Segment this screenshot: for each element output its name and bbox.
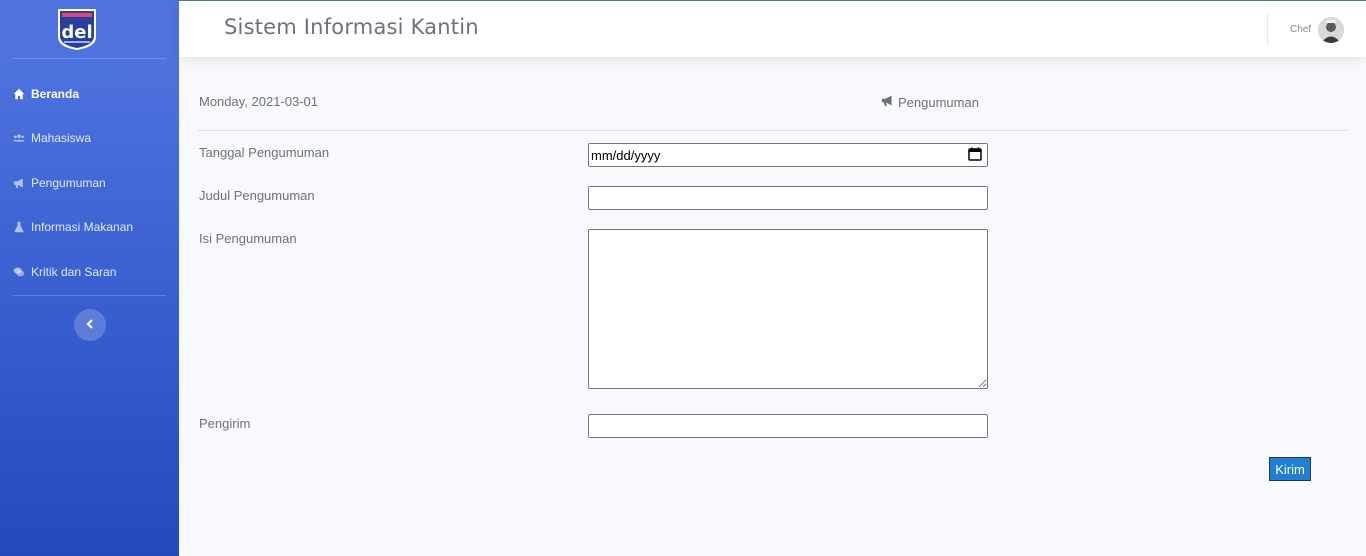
judul-label: Judul Pengumuman (199, 188, 315, 203)
sidebar-divider (12, 58, 166, 59)
kirim-button[interactable]: Kirim (1269, 457, 1311, 481)
sidebar-item-pengumuman[interactable]: Pengumuman (12, 172, 172, 194)
sidebar: del Beranda Mahasiswa Pengumuman Informa… (0, 0, 179, 556)
sidebar-item-label: Pengumuman (31, 176, 106, 190)
comments-icon (12, 265, 26, 279)
sidebar-toggle-button[interactable] (74, 309, 106, 341)
sidebar-divider (12, 295, 166, 296)
bullhorn-icon (12, 176, 26, 190)
sidebar-item-mahasiswa[interactable]: Mahasiswa (12, 127, 172, 149)
chevron-left-icon (86, 316, 94, 334)
sidebar-item-label: Beranda (31, 87, 80, 101)
user-name[interactable]: Chef (1290, 24, 1311, 35)
section-heading-label: Pengumuman (898, 94, 979, 110)
judul-input[interactable] (588, 186, 988, 210)
sidebar-item-beranda[interactable]: Beranda (12, 83, 172, 105)
page-title: Sistem Informasi Kantin (224, 15, 479, 39)
calendar-icon[interactable] (968, 147, 985, 164)
bullhorn-icon (880, 94, 898, 110)
sidebar-item-label: Informasi Makanan (31, 220, 134, 234)
tanggal-date-input[interactable]: mm/dd/yyyy (588, 143, 988, 167)
topbar: Sistem Informasi Kantin Chef (179, 0, 1366, 57)
tanggal-label: Tanggal Pengumuman (199, 145, 330, 160)
home-icon (12, 87, 26, 101)
avatar[interactable] (1318, 17, 1344, 43)
pengirim-input[interactable] (588, 414, 988, 438)
pengirim-label: Pengirim (199, 416, 251, 431)
isi-textarea[interactable] (588, 229, 988, 389)
sidebar-item-label: Kritik dan Saran (31, 265, 117, 279)
current-date: Monday, 2021-03-01 (199, 94, 319, 109)
del-logo[interactable]: del (56, 7, 98, 51)
isi-label: Isi Pengumuman (199, 231, 297, 246)
sidebar-item-label: Mahasiswa (31, 131, 92, 145)
users-icon (12, 131, 26, 145)
sidebar-item-kritik-dan-saran[interactable]: Kritik dan Saran (12, 261, 172, 283)
topbar-divider (1267, 14, 1268, 45)
content-divider (198, 130, 1347, 131)
flask-icon (12, 220, 26, 234)
section-heading: Pengumuman (880, 94, 979, 110)
date-placeholder: mm/dd/yyyy (591, 147, 661, 163)
svg-text:del: del (61, 22, 92, 43)
sidebar-item-informasi-makanan[interactable]: Informasi Makanan (12, 216, 172, 238)
